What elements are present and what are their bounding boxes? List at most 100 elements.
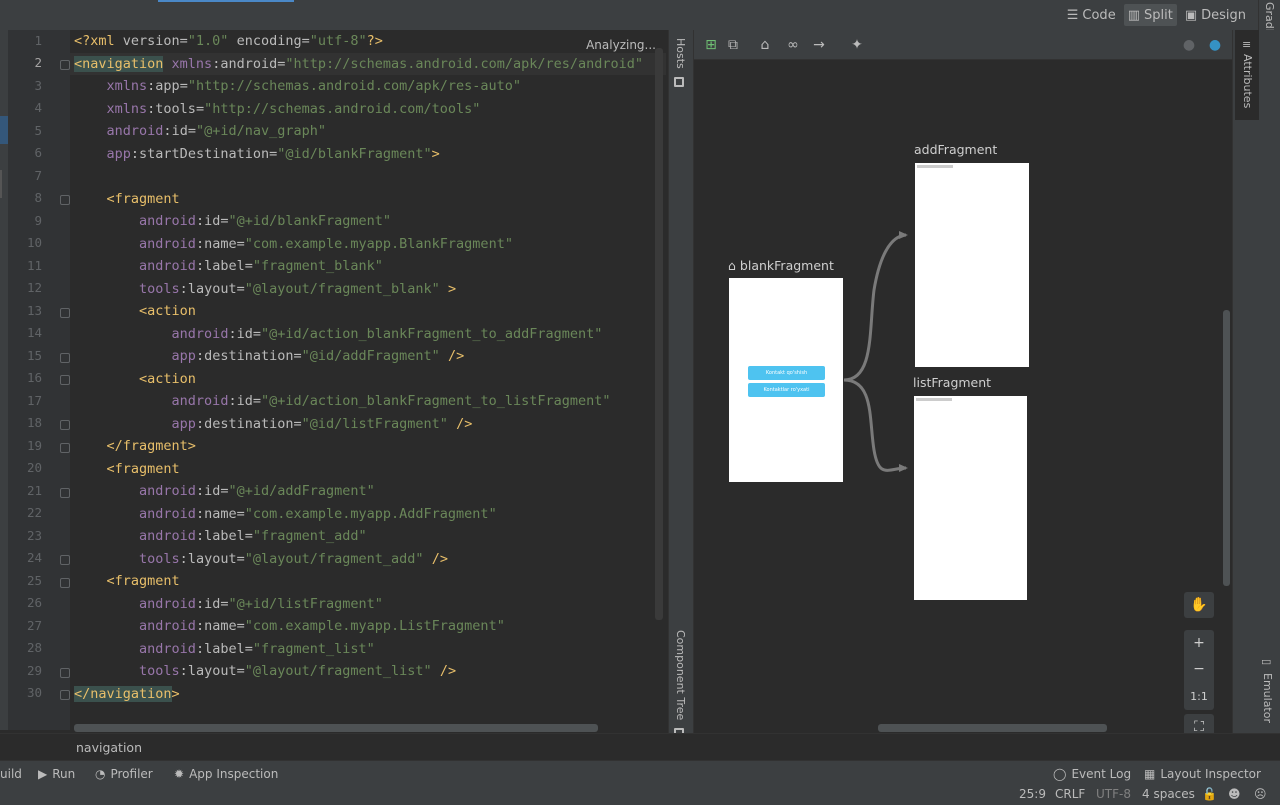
- code-line: tools:layout="@layout/fragment_list" />: [139, 663, 457, 679]
- line-number: 29: [26, 663, 42, 678]
- line-number: 30: [26, 685, 42, 700]
- help-icon[interactable]: ●: [1206, 36, 1224, 54]
- arrow-right-icon[interactable]: →: [810, 36, 828, 54]
- fold-marker[interactable]: [60, 668, 70, 678]
- add-contact-button: Kontakt qo'shish: [748, 366, 825, 380]
- zoom-out-icon[interactable]: −: [1184, 656, 1214, 682]
- event-log-button[interactable]: ◯ Event Log: [1053, 767, 1131, 781]
- code-editor[interactable]: <?xml version="1.0" encoding="utf-8"?> <…: [70, 30, 666, 730]
- status-bar: 25:9 CRLF UTF-8 4 spaces 🔓 ☻ ☹: [0, 786, 1280, 805]
- nested-graph-icon[interactable]: ⧉: [724, 36, 742, 54]
- fold-marker[interactable]: [60, 60, 70, 70]
- app-inspection-label: App Inspection: [189, 767, 279, 781]
- fold-marker[interactable]: [60, 420, 70, 430]
- line-number: 5: [34, 123, 42, 138]
- smiley-icon[interactable]: ☻: [1228, 787, 1241, 801]
- code-line: android:id="@+id/addFragment": [139, 483, 375, 499]
- attributes-tab[interactable]: ≡ Attributes: [1235, 30, 1259, 120]
- code-line: </navigation>: [74, 686, 180, 702]
- split-icon: ▥: [1127, 7, 1140, 23]
- code-line: <action: [139, 303, 196, 319]
- list-fragment-preview[interactable]: [914, 396, 1027, 600]
- line-separator[interactable]: CRLF: [1055, 787, 1085, 801]
- line-number: 17: [26, 393, 42, 408]
- add-fragment-preview[interactable]: [915, 163, 1029, 367]
- layout-inspector-button[interactable]: ▦ Layout Inspector: [1144, 767, 1261, 781]
- fold-marker[interactable]: [60, 375, 70, 385]
- link-icon[interactable]: ∞: [784, 36, 802, 54]
- fold-marker[interactable]: [60, 443, 70, 453]
- canvas-vertical-scrollbar[interactable]: [1223, 310, 1230, 586]
- code-line: android:id="@+id/action_blankFragment_to…: [171, 393, 611, 409]
- line-number: 27: [26, 618, 42, 633]
- auto-arrange-icon[interactable]: ✦: [848, 36, 866, 54]
- action-arrow-list[interactable]: [843, 378, 907, 472]
- project-tool-marker[interactable]: [0, 116, 8, 144]
- zoom-actual-size-button[interactable]: 1:1: [1184, 684, 1214, 710]
- hosts-label: Hosts: [674, 38, 687, 69]
- breadcrumb-item[interactable]: navigation: [76, 740, 142, 755]
- code-line: android:label="fragment_list": [139, 641, 375, 657]
- profiler-tool-button[interactable]: ◔ Profiler: [95, 767, 153, 781]
- component-tree-label: Component Tree: [674, 630, 687, 721]
- code-line: android:name="com.example.myapp.ListFrag…: [139, 618, 505, 634]
- indent-setting[interactable]: 4 spaces: [1142, 787, 1195, 801]
- nav-graph-canvas[interactable]: ⌂ blankFragment Kontakt qo'shish Kontakt…: [694, 60, 1232, 740]
- line-number: 20: [26, 460, 42, 475]
- fold-marker[interactable]: [60, 488, 70, 498]
- fold-marker[interactable]: [60, 555, 70, 565]
- bug-icon: ✹: [174, 767, 185, 781]
- app-inspection-tool-button[interactable]: ✹ App Inspection: [174, 767, 278, 781]
- code-line: android:id="@+id/nav_graph": [106, 123, 327, 139]
- code-line: app:destination="@id/addFragment" />: [171, 348, 465, 364]
- add-fragment-label: addFragment: [914, 142, 998, 157]
- hosts-tab[interactable]: Hosts: [674, 38, 687, 87]
- line-number: 9: [34, 213, 42, 228]
- fold-marker[interactable]: [60, 308, 70, 318]
- build-tool-button[interactable]: uild: [0, 767, 22, 781]
- code-line: <fragment: [106, 461, 180, 477]
- line-number: 21: [26, 483, 42, 498]
- editor-horizontal-scrollbar[interactable]: [74, 724, 598, 732]
- fold-marker[interactable]: [60, 690, 70, 700]
- design-view-button[interactable]: ▣ Design: [1181, 4, 1250, 26]
- editor-vertical-scrollbar[interactable]: [655, 48, 663, 620]
- blank-fragment-preview[interactable]: Kontakt qo'shish Kontaktlar ro'yxati: [729, 278, 843, 482]
- run-tool-button[interactable]: ▶ Run: [38, 767, 75, 781]
- navigation-design-panel: ⊞ ⧉ ⌂ ∞ → ✦ ● ● ⌂ blankFragment Kontakt …: [694, 30, 1232, 740]
- sad-face-icon[interactable]: ☹: [1254, 787, 1267, 801]
- zoom-controls: ✋ + − 1:1 ⛶: [1184, 590, 1216, 740]
- pan-hand-icon[interactable]: ✋: [1184, 592, 1214, 618]
- breadcrumb-bar: navigation: [0, 733, 1280, 760]
- line-number: 19: [26, 438, 42, 453]
- sliders-icon: ≡: [1242, 38, 1252, 51]
- emulator-tab[interactable]: ▭ Emulator: [1261, 650, 1280, 727]
- home-icon[interactable]: ⌂: [756, 36, 774, 54]
- contacts-list-button: Kontaktlar ro'yxati: [748, 383, 825, 397]
- code-line: android:name="com.example.myapp.AddFragm…: [139, 506, 497, 522]
- code-view-button[interactable]: ☰ Code: [1063, 4, 1120, 26]
- action-arrow-add[interactable]: [843, 233, 907, 382]
- fold-marker[interactable]: [60, 195, 70, 205]
- line-number: 15: [26, 348, 42, 363]
- fold-marker[interactable]: [60, 353, 70, 363]
- fold-marker[interactable]: [60, 578, 70, 588]
- split-view-button[interactable]: ▥ Split: [1123, 4, 1177, 26]
- line-number: 3: [34, 78, 42, 93]
- warning-icon[interactable]: ●: [1180, 36, 1198, 54]
- caret-position[interactable]: 25:9: [1019, 787, 1046, 801]
- zoom-in-icon[interactable]: +: [1184, 630, 1214, 656]
- line-number: 26: [26, 595, 42, 610]
- code-line: android:name="com.example.myapp.BlankFra…: [139, 236, 513, 252]
- canvas-horizontal-scrollbar[interactable]: [878, 724, 1107, 732]
- structure-tool-marker[interactable]: [0, 170, 8, 198]
- code-line: tools:layout="@layout/fragment_blank" >: [139, 281, 457, 297]
- line-number: 12: [26, 280, 42, 295]
- file-encoding[interactable]: UTF-8: [1096, 787, 1131, 801]
- nav-side-strip: Hosts Component Tree: [668, 30, 694, 739]
- preview-text: [917, 165, 953, 168]
- new-destination-icon[interactable]: ⊞: [702, 36, 720, 54]
- lock-icon[interactable]: 🔓: [1202, 787, 1217, 801]
- component-tree-tab[interactable]: Component Tree: [674, 630, 687, 739]
- line-number: 7: [34, 168, 42, 183]
